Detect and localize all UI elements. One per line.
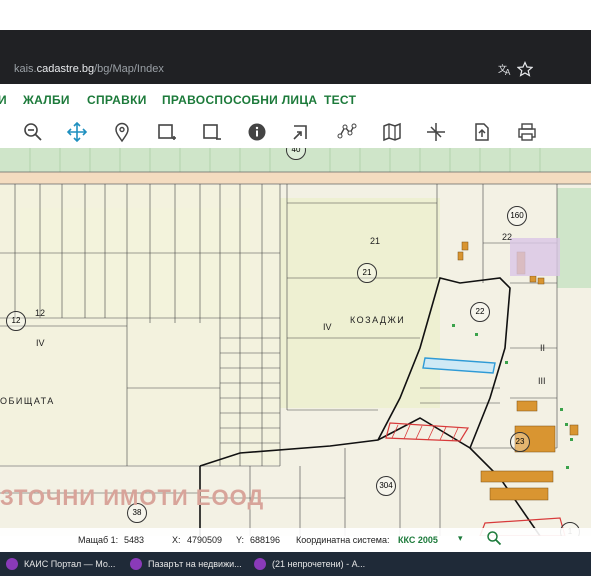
coord-system-select[interactable]: ККС 2005 xyxy=(398,535,438,545)
map-circle-12: 12 xyxy=(6,311,26,331)
y-value: 688196 xyxy=(250,535,281,545)
map-label-21: 21 xyxy=(370,236,381,246)
scale-value: 5483 xyxy=(124,535,145,545)
app-icon xyxy=(130,558,142,570)
taskbar-item-kais[interactable]: КАИС Портал — Мо... xyxy=(4,556,144,572)
map-icon[interactable] xyxy=(381,121,403,143)
export-icon[interactable] xyxy=(290,121,312,143)
map-label-ii: II xyxy=(540,343,546,353)
search-icon[interactable] xyxy=(486,530,502,548)
taskbar-item-mail[interactable]: (21 непрочетени) - А... xyxy=(252,556,392,572)
company-watermark: ЗТОЧНИ ИМОТИ ЕООД xyxy=(0,485,265,510)
info-icon[interactable] xyxy=(246,121,268,143)
x-label: X: xyxy=(172,535,181,545)
nav-item-spravki[interactable]: СПРАВКИ xyxy=(87,93,147,107)
browser-top xyxy=(0,0,591,54)
map-circle-23: 23 xyxy=(510,432,530,452)
cadastral-map[interactable]: 12 IV IV 21 III II КОЗАДЖИ ОБИЩАТА 22 40… xyxy=(0,148,591,536)
map-circle-160: 160 xyxy=(507,206,527,226)
map-circle-21: 21 xyxy=(357,263,377,283)
select-rect-icon[interactable] xyxy=(156,121,178,143)
map-circle-304: 304 xyxy=(376,476,396,496)
map-label-12: 12 xyxy=(35,308,46,318)
upload-icon[interactable] xyxy=(471,121,493,143)
taskbar-item-pazarat[interactable]: Пазарът на недвижи... xyxy=(128,556,268,572)
translate-icon[interactable]: 文A xyxy=(497,61,513,77)
tab-strip xyxy=(0,30,591,54)
map-circle-22: 22 xyxy=(470,302,490,322)
map-label-iv-right: IV xyxy=(323,322,332,332)
map-label-22: 22 xyxy=(502,232,513,242)
nav-item-0[interactable]: И xyxy=(0,93,7,107)
site-nav: И ЖАЛБИ СПРАВКИ ПРАВОСПОСОБНИ ЛИЦА ТЕСТ xyxy=(0,84,591,116)
pan-icon[interactable] xyxy=(66,121,88,143)
map-label-lobishtata: ОБИЩАТА xyxy=(0,396,55,406)
scale-label: Мащаб 1: xyxy=(78,535,119,545)
coord-system-label: Координатна система: xyxy=(296,535,390,545)
map-toolbar xyxy=(0,116,591,149)
map-label-kozadzhi: КОЗАДЖИ xyxy=(350,315,406,325)
y-label: Y: xyxy=(236,535,245,545)
crosshair-icon[interactable] xyxy=(425,121,447,143)
nav-item-zhalbi[interactable]: ЖАЛБИ xyxy=(23,93,70,107)
map-drawing xyxy=(0,148,591,536)
nav-item-test[interactable]: ТЕСТ xyxy=(324,93,356,107)
url-text[interactable]: kais.cadastre.bg/bg/Map/Index xyxy=(14,63,164,75)
zoom-out-icon[interactable] xyxy=(22,121,44,143)
print-icon[interactable] xyxy=(516,121,538,143)
star-icon[interactable] xyxy=(516,61,534,77)
address-bar[interactable]: kais.cadastre.bg/bg/Map/Index 文A xyxy=(0,54,591,84)
nav-item-pravosposobni[interactable]: ПРАВОСПОСОБНИ ЛИЦА xyxy=(162,93,317,107)
os-taskbar: КАИС Портал — Мо... Пазарът на недвижи..… xyxy=(0,552,591,576)
svg-text:A: A xyxy=(505,68,511,77)
location-pin-icon[interactable] xyxy=(111,121,133,143)
x-value: 4790509 xyxy=(187,535,223,545)
dropdown-caret-icon[interactable]: ▾ xyxy=(458,533,463,544)
polyline-icon[interactable] xyxy=(336,121,358,143)
app-icon xyxy=(254,558,266,570)
app-icon xyxy=(6,558,18,570)
map-label-iv-left: IV xyxy=(36,338,45,348)
map-status-bar: Мащаб 1: 5483 X: 4790509 Y: 688196 Коорд… xyxy=(0,528,591,552)
map-label-iii: III xyxy=(538,376,546,386)
select-rect-alt-icon[interactable] xyxy=(201,121,223,143)
